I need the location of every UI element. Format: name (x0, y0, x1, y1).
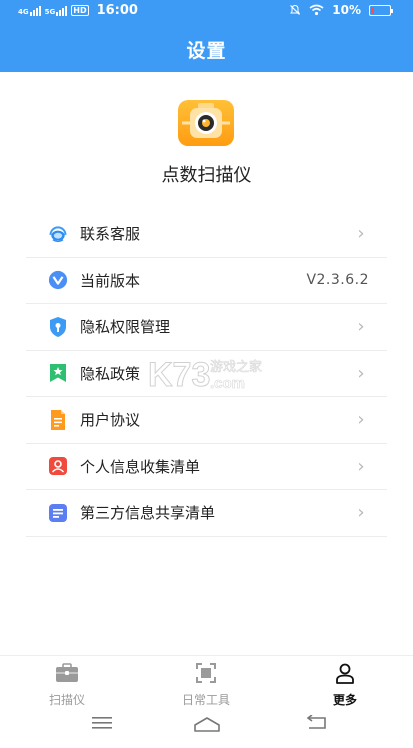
menu-item-privacy-permissions[interactable]: 隐私权限管理 › (26, 304, 387, 351)
menu-item-label: 第三方信息共享清单 (80, 504, 216, 523)
tab-label: 日常工具 (181, 693, 230, 707)
briefcase-icon (56, 663, 78, 682)
page-title: 设置 (186, 40, 227, 62)
menu-item-user-agreement[interactable]: 用户协议 › (26, 397, 387, 444)
customer-service-icon (48, 224, 68, 244)
menu-item-label: 个人信息收集清单 (80, 457, 201, 476)
chevron-right-icon: › (357, 455, 365, 477)
watermark-domain: .com (210, 375, 245, 392)
watermark-logo: K73 (148, 356, 210, 394)
tab-scanner[interactable]: 扫描仪 (22, 662, 112, 708)
status-bar: 4G 5G HD 16:00 10% (0, 0, 413, 22)
list-document-icon (48, 503, 68, 523)
user-card-icon (48, 456, 68, 476)
k73-watermark: K73 游戏之家 .com (148, 354, 278, 395)
bookmark-star-icon (48, 363, 68, 383)
battery-percent: 10% (332, 3, 361, 17)
chevron-right-icon: › (357, 409, 365, 431)
menu-icon[interactable] (91, 715, 113, 731)
system-nav-bar (0, 707, 413, 748)
version-value: V2.3.6.2 (306, 272, 369, 289)
menu-item-personal-info-list[interactable]: 个人信息收集清单 › (26, 444, 387, 490)
cell-signal-1-icon: 4G (18, 5, 41, 16)
back-icon[interactable] (305, 715, 327, 731)
header-bar: 4G 5G HD 16:00 10% 设置 (0, 0, 413, 72)
menu-item-label: 当前版本 (80, 271, 141, 290)
menu-item-label: 隐私权限管理 (80, 318, 171, 337)
status-time: 16:00 (96, 3, 138, 18)
battery-icon (369, 4, 393, 16)
hd-badge: HD (71, 5, 89, 16)
chevron-right-icon: › (357, 362, 365, 384)
chevron-right-icon: › (357, 502, 365, 524)
scan-frame-icon (196, 663, 216, 683)
menu-item-label: 用户协议 (80, 411, 141, 430)
watermark-sub: 游戏之家 (210, 359, 262, 375)
version-v-icon (48, 270, 68, 290)
home-icon[interactable] (193, 715, 221, 733)
tab-daily-tools[interactable]: 日常工具 (161, 662, 251, 708)
tab-label: 扫描仪 (48, 693, 85, 707)
tab-more[interactable]: 更多 (300, 662, 390, 708)
document-icon (48, 409, 68, 430)
chevron-right-icon: › (357, 316, 365, 338)
tab-label: 更多 (332, 693, 357, 707)
app-name: 点数扫描仪 (161, 165, 252, 186)
person-icon (336, 663, 354, 684)
shield-icon (48, 316, 68, 337)
menu-item-current-version[interactable]: 当前版本 V2.3.6.2 (26, 258, 387, 304)
menu-item-label: 联系客服 (80, 225, 141, 244)
menu-item-contact-support[interactable]: 联系客服 › (26, 211, 387, 258)
bottom-tab-bar: 扫描仪 日常工具 更多 (0, 655, 413, 707)
menu-item-third-party-sharing-list[interactable]: 第三方信息共享清单 › (26, 490, 387, 537)
chevron-right-icon: › (357, 223, 365, 245)
wifi-icon (309, 4, 324, 16)
scanner-app-icon (178, 100, 234, 146)
cell-signal-2-icon: 5G (45, 5, 68, 16)
mute-icon (290, 4, 301, 15)
